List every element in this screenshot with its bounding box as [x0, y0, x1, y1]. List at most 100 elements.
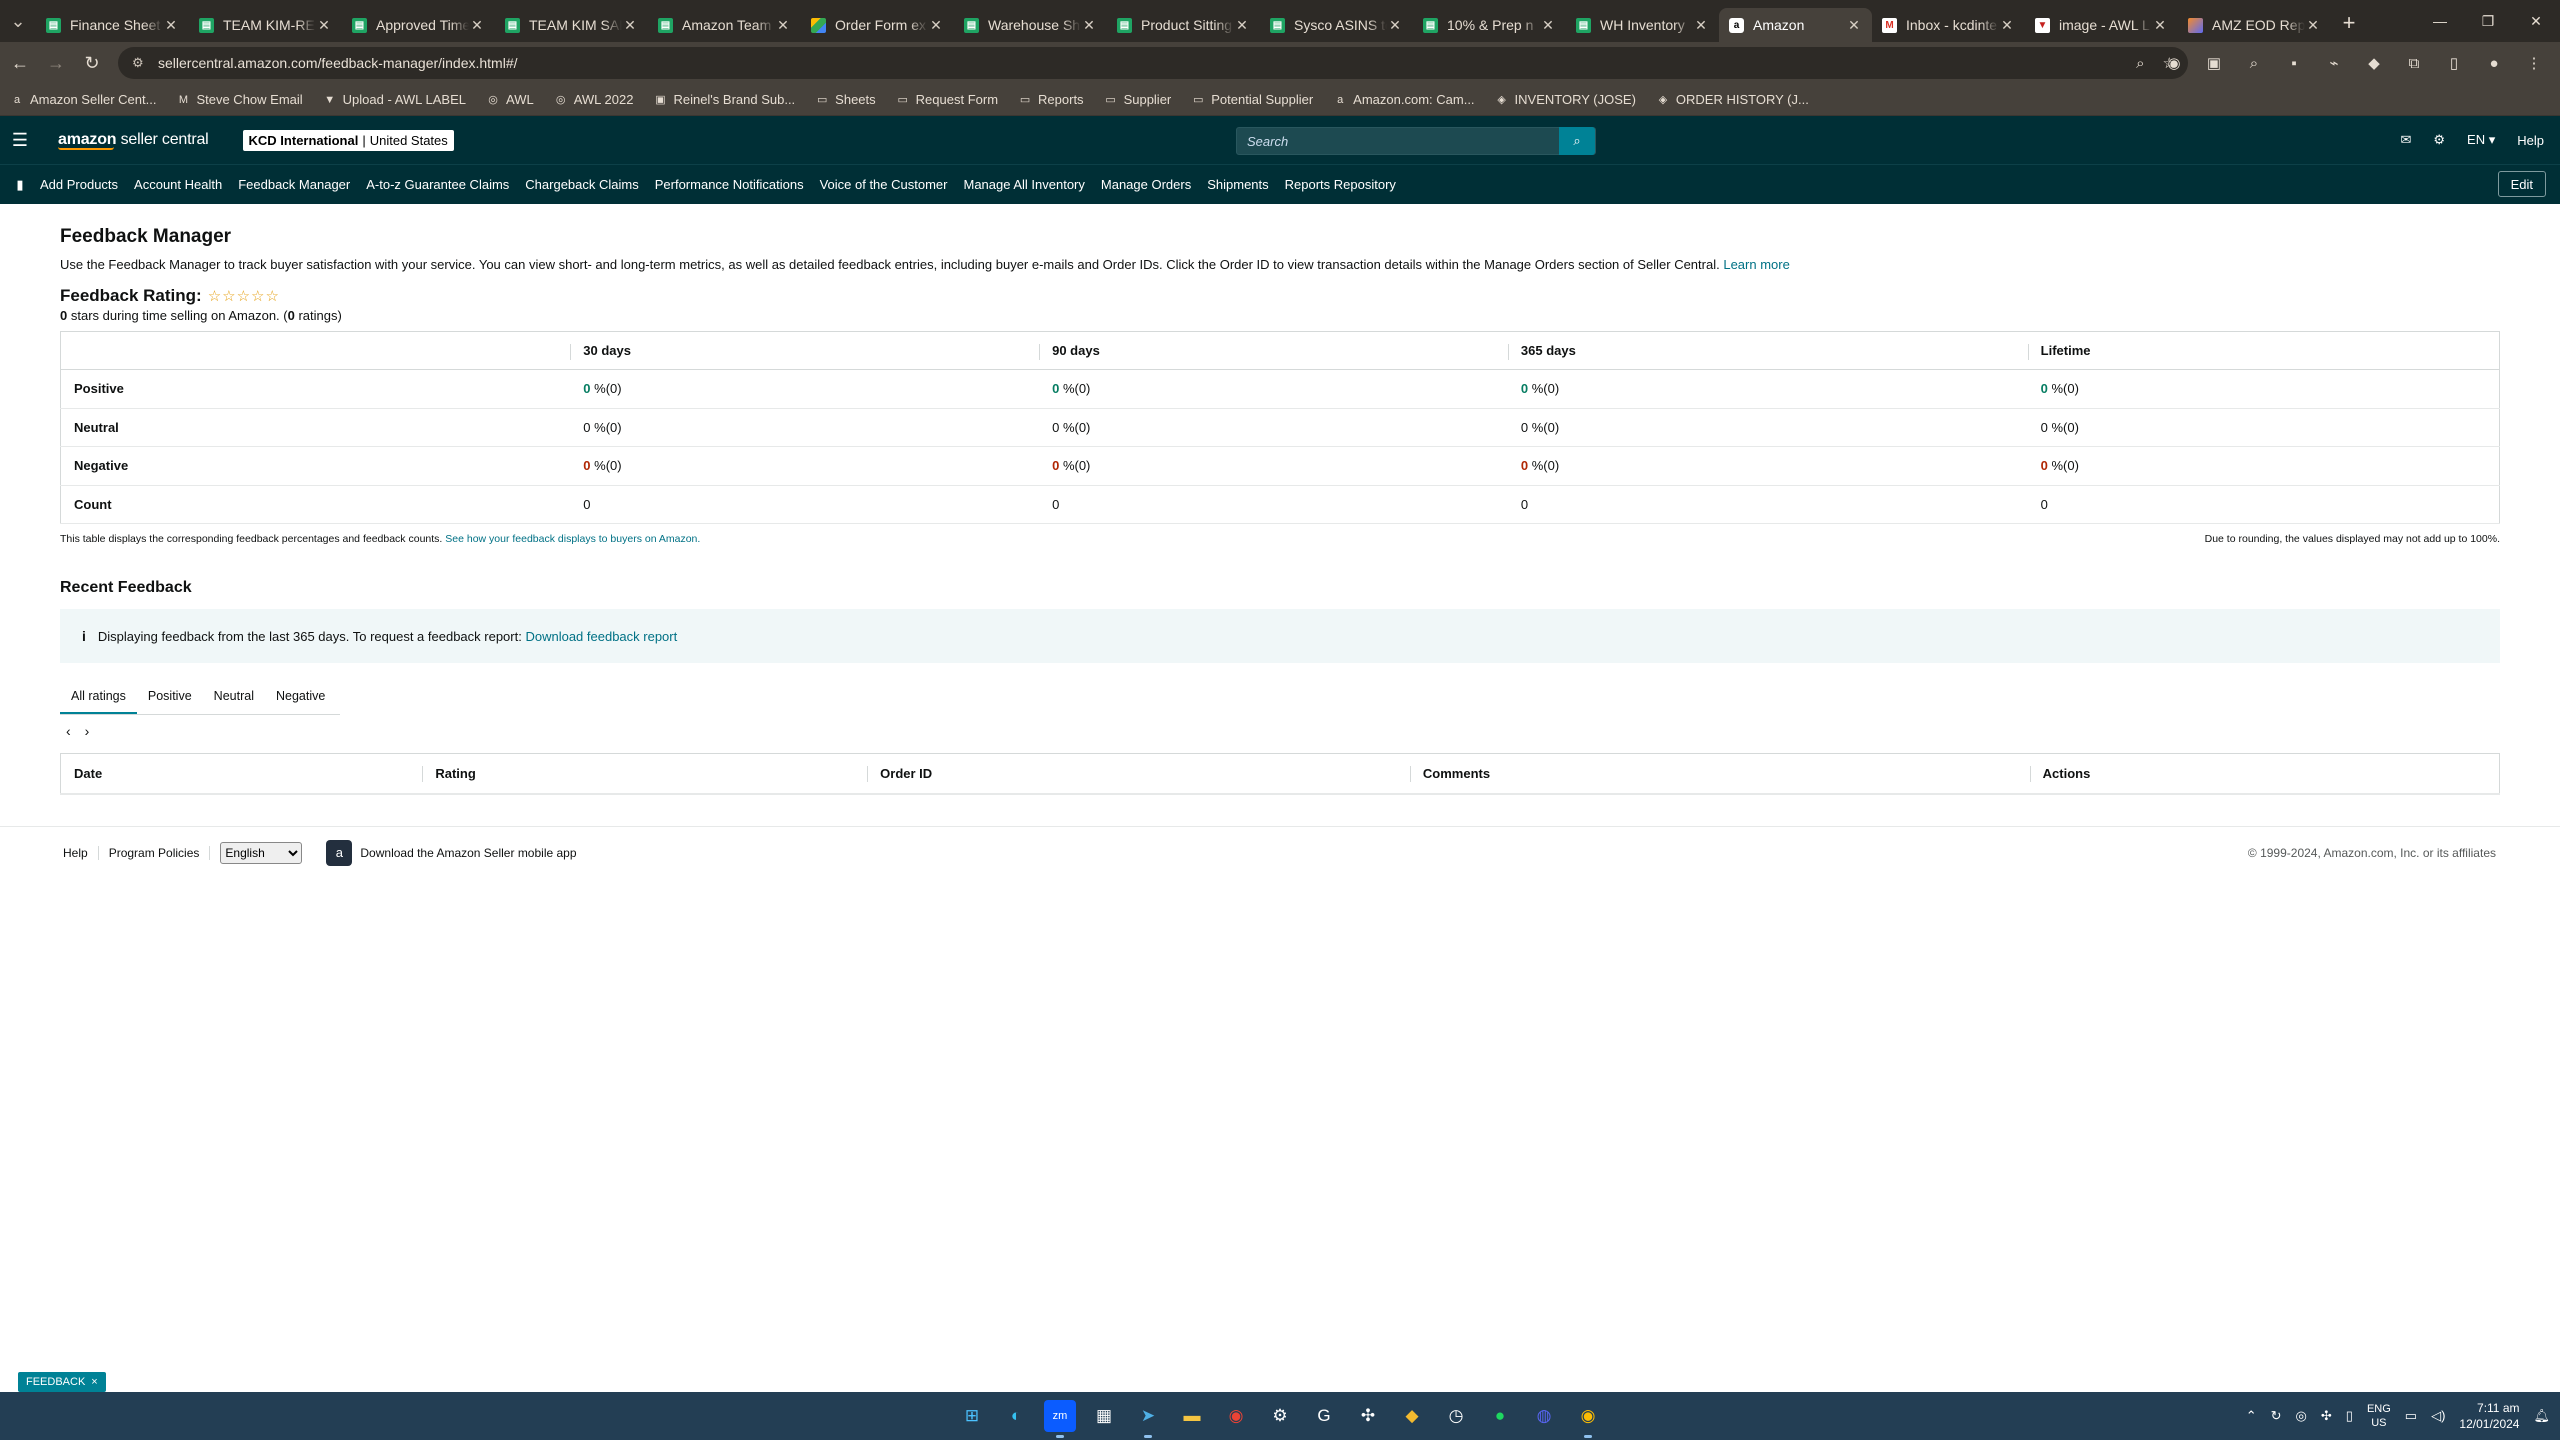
browser-tab[interactable]: ▤ Approved Time ✕	[342, 8, 495, 42]
tab-neutral[interactable]: Neutral	[203, 679, 265, 714]
close-window-icon[interactable]: ✕	[2512, 0, 2560, 42]
bookmark-item[interactable]: a Amazon.com: Cam...	[1333, 92, 1474, 107]
header-help-link[interactable]: Help	[2517, 133, 2544, 148]
bookmark-item[interactable]: ▭ Request Form	[896, 92, 998, 107]
feedback-badge[interactable]: FEEDBACK ×	[18, 1372, 106, 1392]
browser-tab[interactable]: M Inbox - kcdinte ✕	[1872, 8, 2025, 42]
chrome-icon[interactable]: ◉	[1220, 1400, 1252, 1432]
chrome-active-icon[interactable]: ◉	[1572, 1400, 1604, 1438]
tab-close-icon[interactable]: ✕	[1999, 17, 2015, 34]
tab-close-icon[interactable]: ✕	[775, 17, 791, 34]
browser-tab[interactable]: ▤ Sysco ASINS to ✕	[1260, 8, 1413, 42]
pinwheel-app-icon[interactable]: ✣	[1352, 1400, 1384, 1432]
extension-off-icon[interactable]: ▣	[2198, 47, 2230, 79]
browser-tab[interactable]: Order Form ex ✕	[801, 8, 954, 42]
side-panel-icon[interactable]: ▯	[2438, 47, 2470, 79]
network-icon[interactable]: ▭	[2405, 1408, 2417, 1424]
nav-item-link[interactable]: Manage Orders	[1101, 177, 1191, 192]
nav-item-link[interactable]: Performance Notifications	[655, 177, 804, 192]
discord-icon[interactable]: ◍	[1528, 1400, 1560, 1432]
column-header-rating[interactable]: Rating	[422, 753, 868, 795]
nav-item-link[interactable]: Chargeback Claims	[525, 177, 638, 192]
hamburger-menu-icon[interactable]: ☰	[0, 116, 40, 164]
account-switcher[interactable]: KCD International | United States	[242, 129, 454, 151]
extension-green-icon[interactable]: ▪	[2278, 47, 2310, 79]
extension-search-icon[interactable]: ⌕	[2238, 47, 2270, 79]
learn-more-link[interactable]: Learn more	[1723, 257, 1789, 272]
browser-tab[interactable]: ▤ Finance Sheet ✕	[36, 8, 189, 42]
nav-item-link[interactable]: Manage All Inventory	[963, 177, 1084, 192]
column-header-comments[interactable]: Comments	[1409, 753, 2030, 795]
nav-item-link[interactable]: Add Products	[40, 177, 118, 192]
search-input[interactable]	[1237, 128, 1559, 154]
telegram-icon[interactable]: ➤	[1132, 1400, 1164, 1438]
forward-icon[interactable]: →	[40, 47, 72, 79]
windows-start-icon[interactable]: ⊞	[956, 1400, 988, 1432]
zoom-icon[interactable]: ⌕	[2136, 55, 2144, 72]
tray-steam-icon[interactable]: ◎	[2296, 1408, 2307, 1424]
download-app-link[interactable]: Download the Amazon Seller mobile app	[360, 846, 576, 860]
tab-close-icon[interactable]: ✕	[1081, 17, 1097, 34]
tab-close-icon[interactable]: ✕	[1540, 17, 1556, 34]
feedback-close-icon[interactable]: ×	[91, 1376, 97, 1388]
clock-app-icon[interactable]: ◷	[1440, 1400, 1472, 1432]
footer-help-link[interactable]: Help	[63, 845, 99, 860]
bookmark-item[interactable]: M Steve Chow Email	[176, 92, 303, 107]
tab-close-icon[interactable]: ✕	[622, 17, 638, 34]
tab-positive[interactable]: Positive	[137, 679, 203, 714]
tray-overflow-icon[interactable]: ⌃	[2246, 1408, 2257, 1424]
browser-tab[interactable]: a Amazon ✕	[1719, 8, 1872, 42]
bookmark-pin-icon[interactable]: ▮	[0, 177, 40, 193]
search-icon[interactable]: ⌕	[1559, 127, 1595, 155]
bookmark-item[interactable]: ▭ Sheets	[815, 92, 876, 107]
tab-close-icon[interactable]: ✕	[928, 17, 944, 34]
nav-item-link[interactable]: Account Health	[134, 177, 222, 192]
tab-close-icon[interactable]: ✕	[2152, 17, 2168, 34]
tray-sync-icon[interactable]: ↻	[2271, 1408, 2282, 1424]
steam-icon[interactable]: ⚙	[1264, 1400, 1296, 1432]
zoom-app-icon[interactable]: zm	[1044, 1400, 1076, 1438]
bookmark-item[interactable]: ◈ ORDER HISTORY (J...	[1656, 92, 1809, 107]
tray-mic-icon[interactable]: ▯	[2346, 1408, 2353, 1424]
bookmark-item[interactable]: a Amazon Seller Cent...	[10, 92, 157, 107]
browser-tab[interactable]: ▤ Amazon Team ✕	[648, 8, 801, 42]
extension-blue-icon[interactable]: ◆	[2358, 47, 2390, 79]
program-policies-link[interactable]: Program Policies	[109, 845, 211, 860]
bookmark-item[interactable]: ▼ Upload - AWL LABEL	[323, 92, 466, 107]
prev-page-icon[interactable]: ‹	[66, 723, 71, 739]
tab-close-icon[interactable]: ✕	[1846, 17, 1862, 34]
nav-item-link[interactable]: Voice of the Customer	[820, 177, 948, 192]
language-select[interactable]: English	[220, 841, 303, 864]
browser-tab[interactable]: ▤ Warehouse Sh ✕	[954, 8, 1107, 42]
edge-browser-icon[interactable]: ◐	[1000, 1400, 1032, 1432]
system-clock[interactable]: 7:11 am 12/01/2024	[2459, 1400, 2519, 1432]
app-g-icon[interactable]: G	[1308, 1400, 1340, 1432]
settings-gear-icon[interactable]: ⚙	[2433, 132, 2445, 148]
tab-negative[interactable]: Negative	[265, 679, 336, 714]
tab-all-ratings[interactable]: All ratings	[60, 679, 137, 714]
restore-icon[interactable]: ❐	[2464, 0, 2512, 42]
browser-tab[interactable]: ▤ TEAM KIM SAL ✕	[495, 8, 648, 42]
bookmark-item[interactable]: ▭ Supplier	[1104, 92, 1171, 107]
extension-leaf-icon[interactable]: ⌁	[2318, 47, 2350, 79]
calculator-icon[interactable]: ▦	[1088, 1400, 1120, 1432]
tab-close-icon[interactable]: ✕	[1693, 17, 1709, 34]
tab-close-icon[interactable]: ✕	[163, 17, 179, 34]
nav-item-link[interactable]: Shipments	[1207, 177, 1268, 192]
mail-icon[interactable]: ✉	[2400, 132, 2411, 148]
bookmark-item[interactable]: ◈ INVENTORY (JOSE)	[1495, 92, 1636, 107]
language-selector[interactable]: EN ▾	[2467, 132, 2495, 148]
file-explorer-icon[interactable]: ▬	[1176, 1400, 1208, 1432]
download-feedback-report-link[interactable]: Download feedback report	[525, 629, 677, 644]
tray-app-icon[interactable]: ✣	[2321, 1408, 2332, 1424]
column-header-order-id[interactable]: Order ID	[867, 753, 1410, 795]
bookmark-item[interactable]: ◎ AWL 2022	[554, 92, 634, 107]
minimize-icon[interactable]: —	[2416, 0, 2464, 42]
browser-tab[interactable]: ▤ Product Sitting ✕	[1107, 8, 1260, 42]
notification-bell-icon[interactable]: 🔔︎	[2533, 1408, 2550, 1424]
tab-close-icon[interactable]: ✕	[1387, 17, 1403, 34]
bookmark-item[interactable]: ▣ Reinel's Brand Sub...	[653, 92, 795, 107]
input-language[interactable]: ENG US	[2367, 1402, 2391, 1430]
browser-tab[interactable]: ▤ WH Inventory ✕	[1566, 8, 1719, 42]
next-page-icon[interactable]: ›	[85, 723, 90, 739]
